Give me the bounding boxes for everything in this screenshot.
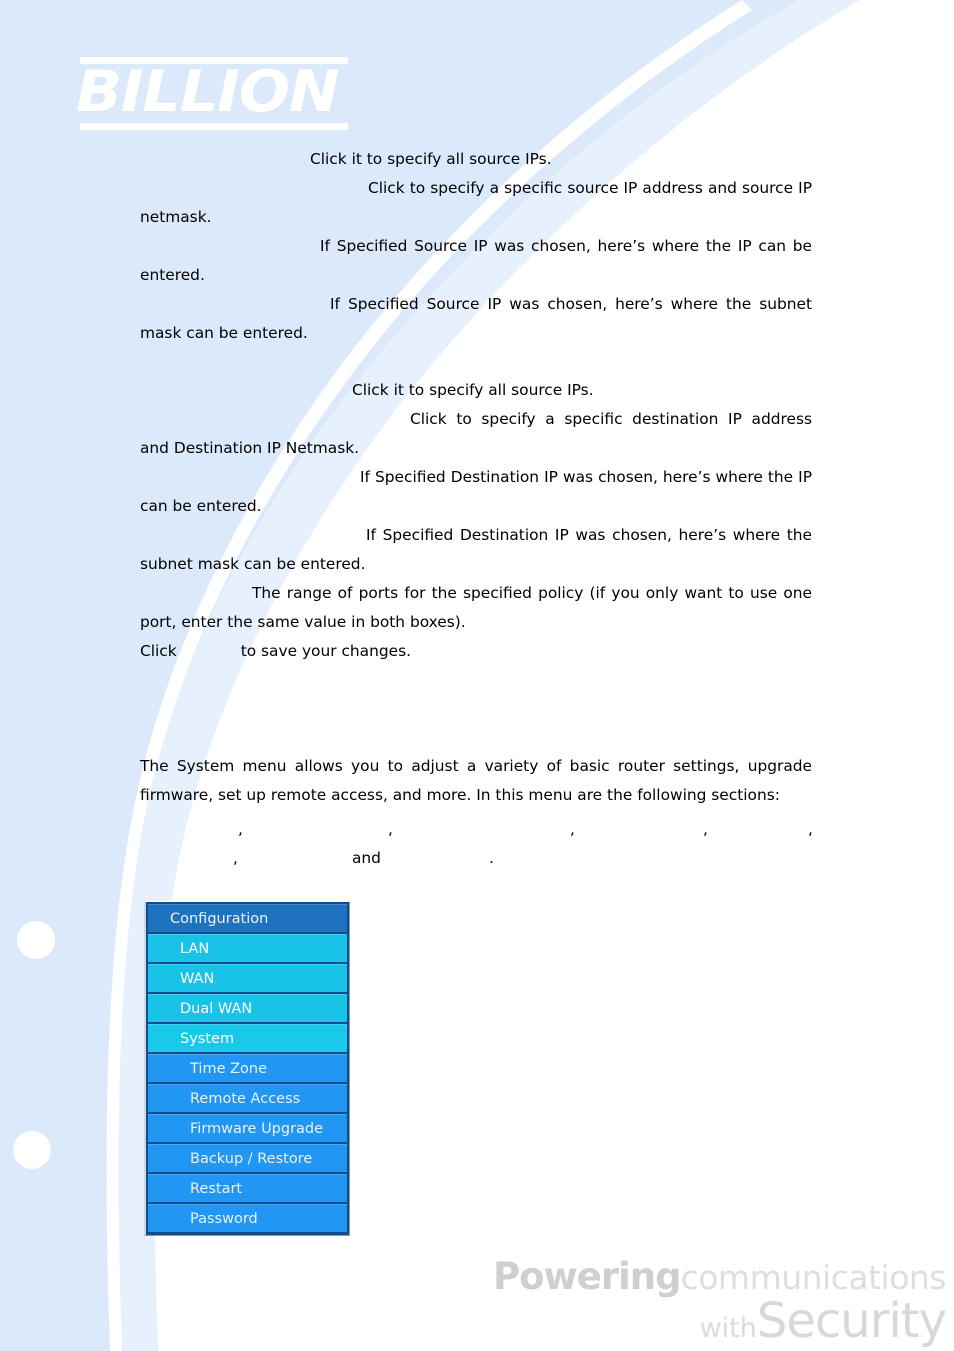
sections-list-line-2: , and . <box>0 844 954 873</box>
tagline-security: Security <box>756 1293 947 1349</box>
sections-conjunction: and <box>352 849 381 867</box>
tagline-with: with <box>699 1313 757 1344</box>
menu-item-remote-access[interactable]: Remote Access <box>148 1084 347 1112</box>
paragraph-port-range: The range of ports for the specified pol… <box>140 584 812 631</box>
paragraph-source-ip-field: If Specified Source IP was chosen, here’… <box>140 237 812 284</box>
decor-dot-lower <box>13 1131 51 1169</box>
paragraph-source-netmask-field: If Specified Source IP was chosen, here’… <box>140 295 812 342</box>
sections-separator-1: , <box>238 820 243 838</box>
tagline-communications: communications <box>680 1258 947 1297</box>
sections-list-line-1: , , , , , <box>0 815 954 844</box>
paragraph-destination-netmask-field: If Specified Destination IP was chosen, … <box>140 526 812 573</box>
paragraph-apply-hint: Click to save your changes. <box>140 637 812 666</box>
tagline-powering: Powering <box>493 1255 682 1298</box>
menu-item-backup-restore[interactable]: Backup / Restore <box>148 1144 347 1172</box>
configuration-menu-screenshot: Configuration LAN WAN Dual WAN System Ti… <box>144 901 350 1236</box>
billion-logo: BILLION <box>68 55 358 133</box>
sections-separator-4: , <box>703 820 708 838</box>
paragraph-any-source-ip: Click it to specify all source IPs. <box>310 150 552 168</box>
sections-separator-5: , <box>808 820 813 838</box>
menu-item-dual-wan[interactable]: Dual WAN <box>148 994 347 1022</box>
tagline-line-1: Poweringcommunications <box>493 1258 946 1295</box>
menu-header-configuration[interactable]: Configuration <box>148 904 347 932</box>
sections-separator-2: , <box>388 820 393 838</box>
decor-dot-upper <box>17 921 55 959</box>
paragraph-destination-ip-field: If Specified Destination IP was chosen, … <box>140 468 812 515</box>
paragraph-specified-destination-ip: Click to specify a specific destination … <box>140 410 812 457</box>
menu-item-lan[interactable]: LAN <box>148 934 347 962</box>
sections-separator-6: , <box>233 849 238 867</box>
paragraph-any-destination-ip: Click it to specify all source IPs. <box>352 381 594 399</box>
menu-item-password[interactable]: Password <box>148 1204 347 1232</box>
paragraph-specified-source-ip: Click to specify a specific source IP ad… <box>140 179 812 226</box>
sections-separator-3: , <box>570 820 575 838</box>
menu-item-firmware-upgrade[interactable]: Firmware Upgrade <box>148 1114 347 1142</box>
menu-item-system[interactable]: System <box>148 1024 347 1052</box>
paragraph-system-menu-intro: The System menu allows you to adjust a v… <box>140 757 812 804</box>
document-page: BILLION Click it to specify all source I… <box>0 0 954 1351</box>
apply-hint-prefix: Click <box>140 642 177 660</box>
tagline-line-2: withSecurity <box>493 1297 947 1345</box>
sections-period: . <box>489 849 494 867</box>
menu-item-restart[interactable]: Restart <box>148 1174 347 1202</box>
apply-hint-suffix: to save your changes. <box>240 642 411 660</box>
logo-wordmark: BILLION <box>76 59 340 125</box>
tagline-watermark: Poweringcommunications withSecurity <box>493 1258 947 1345</box>
menu-item-time-zone[interactable]: Time Zone <box>148 1054 347 1082</box>
logo-bar-bottom <box>80 123 348 130</box>
menu-item-wan[interactable]: WAN <box>148 964 347 992</box>
